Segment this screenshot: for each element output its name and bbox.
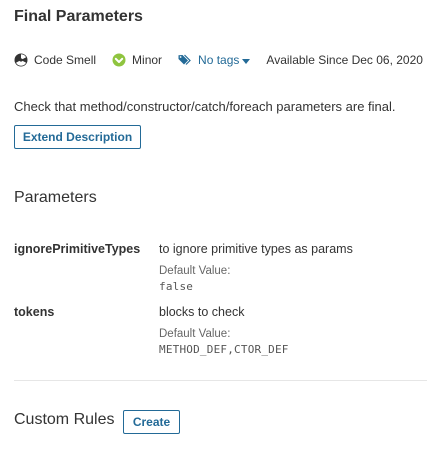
rule-meta-bar: Code Smell Minor No tags Available Since… <box>14 52 423 68</box>
extend-description-button[interactable]: Extend Description <box>14 125 141 149</box>
parameter-name: tokens <box>14 305 55 319</box>
tags-dropdown[interactable]: No tags <box>178 53 251 67</box>
rule-description: Check that method/constructor/catch/fore… <box>14 99 396 114</box>
tags-label: No tags <box>198 53 240 67</box>
tag-icon <box>178 54 192 66</box>
code-smell-icon <box>14 53 28 67</box>
rule-severity: Minor <box>112 53 162 67</box>
default-value-label: Default Value: <box>159 265 231 277</box>
available-since: Available Since Dec 06, 2020 <box>266 53 423 67</box>
create-custom-rule-button[interactable]: Create <box>123 410 180 434</box>
minor-severity-icon <box>112 53 126 67</box>
default-value-label: Default Value: <box>159 328 231 340</box>
rule-title: Final Parameters <box>14 8 143 25</box>
rule-type: Code Smell <box>14 53 96 67</box>
parameter-description: blocks to check <box>159 305 245 319</box>
parameter-description: to ignore primitive types as params <box>159 242 353 256</box>
section-divider <box>14 380 427 381</box>
parameter-name: ignorePrimitiveTypes <box>14 242 141 256</box>
parameters-heading: Parameters <box>14 189 97 206</box>
rule-type-label: Code Smell <box>34 53 97 67</box>
default-value: METHOD_DEF,CTOR_DEF <box>159 343 289 356</box>
chevron-down-icon <box>242 53 251 67</box>
rule-severity-label: Minor <box>132 53 163 67</box>
default-value: false <box>159 280 194 293</box>
custom-rules-heading: Custom Rules <box>14 411 115 428</box>
